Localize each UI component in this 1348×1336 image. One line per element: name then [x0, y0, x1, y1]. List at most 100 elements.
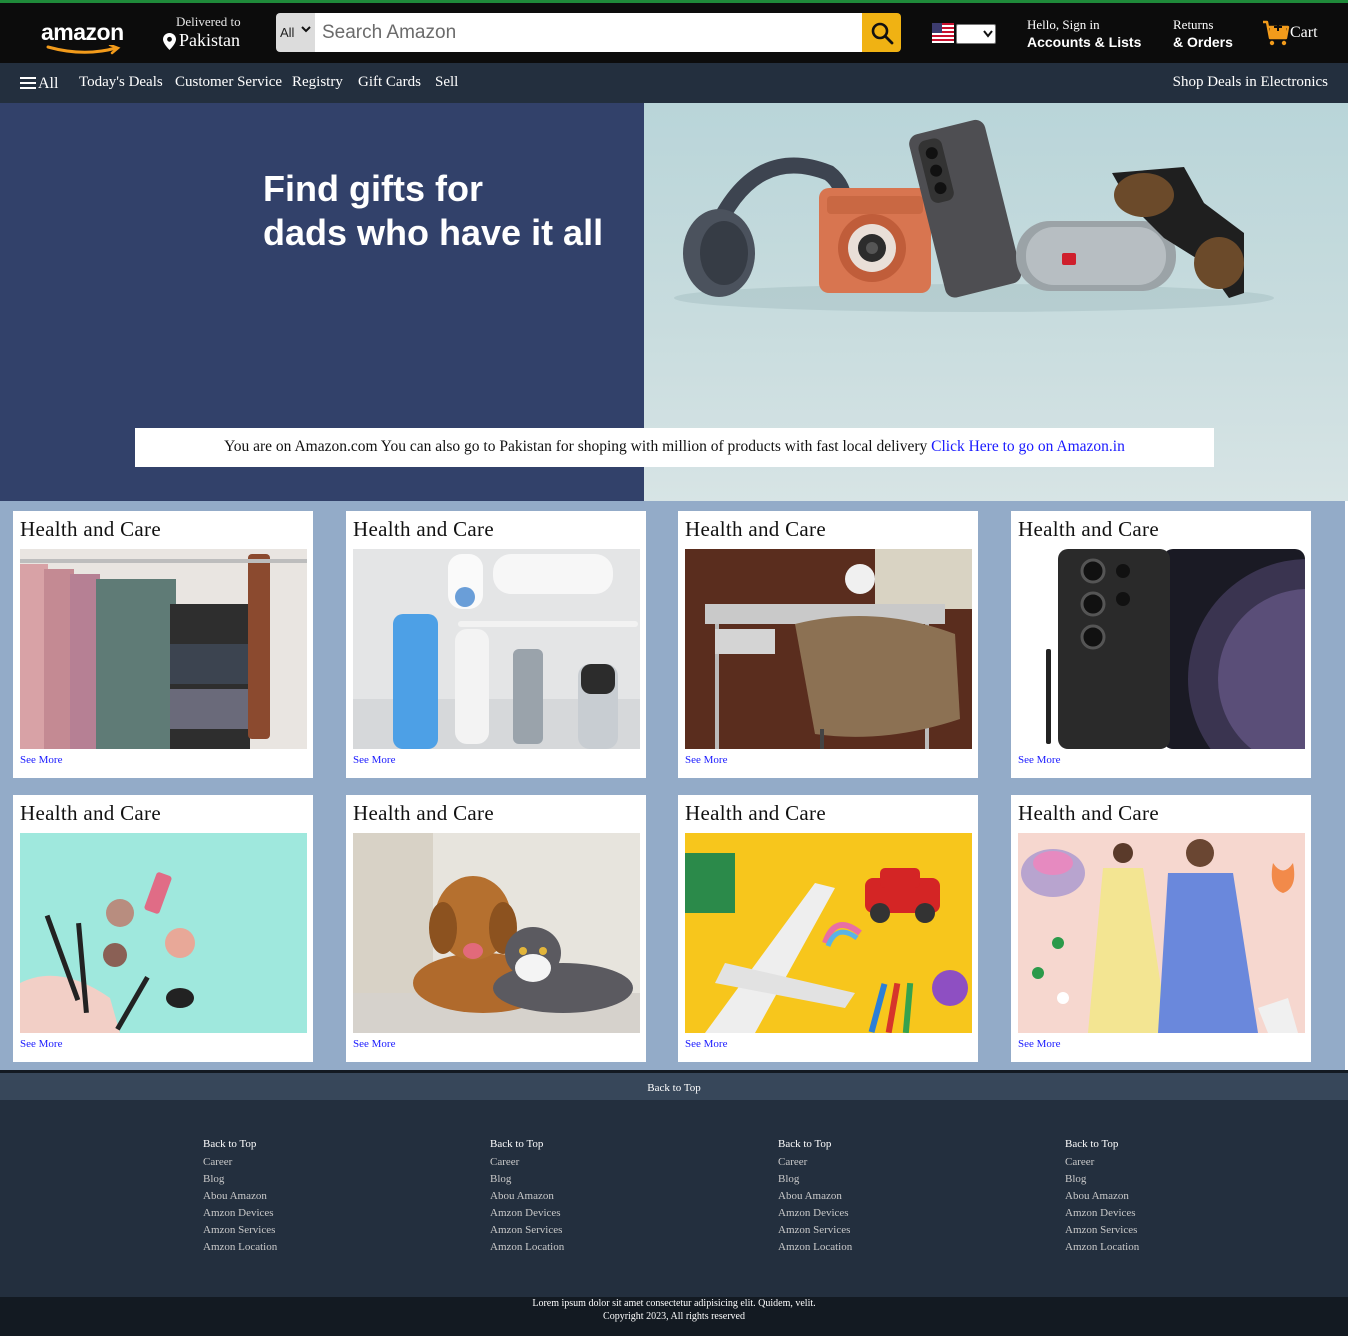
category-card[interactable]: Health and Care See More: [678, 795, 978, 1062]
see-more-link[interactable]: See More: [685, 1038, 727, 1050]
footer-link-about[interactable]: Abou Amazon: [490, 1190, 564, 1202]
chevron-down-icon: [983, 30, 993, 38]
copyright-text: Copyright 2023, All rights reserved: [603, 1311, 745, 1322]
nav-gift-cards[interactable]: Gift Cards: [358, 74, 421, 91]
language-select[interactable]: [956, 24, 996, 44]
footer-link-services[interactable]: Amzon Services: [490, 1224, 564, 1236]
footer-column-heading[interactable]: Back to Top: [778, 1138, 852, 1150]
card-title: Health and Care: [685, 517, 826, 541]
footer-link-blog[interactable]: Blog: [203, 1173, 277, 1185]
category-card[interactable]: Health and Care See More: [346, 511, 646, 778]
footer-link-about[interactable]: Abou Amazon: [1065, 1190, 1139, 1202]
footer-link-services[interactable]: Amzon Services: [778, 1224, 852, 1236]
card-title: Health and Care: [1018, 801, 1159, 825]
search-icon: [871, 22, 894, 45]
card-title: Health and Care: [685, 801, 826, 825]
smile-arrow-icon: [46, 45, 121, 55]
nav-customer-service[interactable]: Customer Service: [175, 74, 282, 91]
card-title: Health and Care: [20, 801, 161, 825]
amazon-logo[interactable]: amazon: [38, 17, 130, 55]
hero-title: Find gifts for dads who have it all: [263, 168, 604, 253]
sub-navbar: All Today's Deals Customer Service Regis…: [0, 63, 1348, 103]
footer-link-location[interactable]: Amzon Location: [1065, 1241, 1139, 1253]
footer-column-heading[interactable]: Back to Top: [490, 1138, 564, 1150]
nav-registry[interactable]: Registry: [292, 74, 343, 91]
footer-link-about[interactable]: Abou Amazon: [778, 1190, 852, 1202]
deliver-location: Pakistan: [179, 30, 240, 50]
smartphone-photo[interactable]: [1018, 549, 1305, 749]
see-more-link[interactable]: See More: [1018, 1038, 1060, 1050]
footer-link-devices[interactable]: Amzon Devices: [490, 1207, 564, 1219]
footer-link-location[interactable]: Amzon Location: [778, 1241, 852, 1253]
returns-orders[interactable]: Returns & Orders: [1173, 17, 1233, 50]
footer-link-about[interactable]: Abou Amazon: [203, 1190, 277, 1202]
footer-column-heading[interactable]: Back to Top: [1065, 1138, 1139, 1150]
category-card[interactable]: Health and Care See More: [13, 511, 313, 778]
search-button[interactable]: [862, 13, 901, 52]
go-to-amazon-in-link[interactable]: Click Here to go on Amazon.in: [931, 438, 1125, 455]
footer-link-services[interactable]: Amzon Services: [1065, 1224, 1139, 1236]
toiletries-photo[interactable]: [353, 549, 640, 749]
footer-column: Back to Top Career Blog Abou Amazon Amzo…: [203, 1138, 277, 1258]
clothes-hanger-photo[interactable]: [20, 549, 307, 749]
see-more-link[interactable]: See More: [1018, 754, 1060, 766]
see-more-link[interactable]: See More: [20, 1038, 62, 1050]
see-more-link[interactable]: See More: [685, 754, 727, 766]
card-title: Health and Care: [353, 801, 494, 825]
back-to-top-button[interactable]: Back to Top: [0, 1070, 1348, 1100]
category-card[interactable]: Health and Care See More: [1011, 511, 1311, 778]
fashion-photo[interactable]: [1018, 833, 1305, 1033]
search-input[interactable]: [315, 13, 862, 52]
category-card[interactable]: Health and Care See More: [1011, 795, 1311, 1062]
cart-icon: [1263, 20, 1290, 46]
footer-link-blog[interactable]: Blog: [778, 1173, 852, 1185]
see-more-link[interactable]: See More: [20, 754, 62, 766]
footer: Back to Top Career Blog Abou Amazon Amzo…: [0, 1100, 1348, 1297]
footer-link-blog[interactable]: Blog: [1065, 1173, 1139, 1185]
footer-link-devices[interactable]: Amzon Devices: [203, 1207, 277, 1219]
footer-link-devices[interactable]: Amzon Devices: [1065, 1207, 1139, 1219]
makeup-photo[interactable]: [20, 833, 307, 1033]
footer-column-heading[interactable]: Back to Top: [203, 1138, 277, 1150]
cart-button[interactable]: Cart: [1262, 19, 1326, 49]
category-card[interactable]: Health and Care See More: [346, 795, 646, 1062]
category-grid: Health and Care See More Health and Care: [0, 501, 1345, 1070]
footer-link-location[interactable]: Amzon Location: [490, 1241, 564, 1253]
category-card[interactable]: Health and Care See More: [678, 511, 978, 778]
nav-sell[interactable]: Sell: [435, 74, 458, 91]
deliver-to[interactable]: Delivered to Pakistan: [160, 13, 270, 53]
hero-banner[interactable]: Find gifts for dads who have it all You …: [0, 103, 1348, 501]
all-menu-button[interactable]: All: [20, 74, 58, 93]
nav-shop-deals-electronics[interactable]: Shop Deals in Electronics: [1173, 74, 1328, 91]
nav-todays-deals[interactable]: Today's Deals: [79, 74, 163, 91]
footer-link-location[interactable]: Amzon Location: [203, 1241, 277, 1253]
footer-link-career[interactable]: Career: [1065, 1156, 1139, 1168]
dog-cat-photo[interactable]: [353, 833, 640, 1033]
footer-column: Back to Top Career Blog Abou Amazon Amzo…: [1065, 1138, 1139, 1258]
footer-column: Back to Top Career Blog Abou Amazon Amzo…: [490, 1138, 564, 1258]
footer-link-career[interactable]: Career: [490, 1156, 564, 1168]
copyright-lorem: Lorem ipsum dolor sit amet consectetur a…: [532, 1298, 816, 1309]
location-pin-icon: [163, 33, 176, 50]
search-bar: All: [276, 13, 901, 52]
search-category-select[interactable]: All: [276, 13, 315, 52]
card-title: Health and Care: [1018, 517, 1159, 541]
copyright-bar: Lorem ipsum dolor sit amet consectetur a…: [0, 1297, 1348, 1336]
account-menu[interactable]: Hello, Sign in Accounts & Lists: [1027, 17, 1141, 50]
footer-link-career[interactable]: Career: [778, 1156, 852, 1168]
chevron-down-icon: [301, 26, 311, 33]
category-card[interactable]: Health and Care See More: [13, 795, 313, 1062]
desk-chair-photo[interactable]: [685, 549, 972, 749]
toys-photo[interactable]: [685, 833, 972, 1033]
footer-link-career[interactable]: Career: [203, 1156, 277, 1168]
footer-column: Back to Top Career Blog Abou Amazon Amzo…: [778, 1138, 852, 1258]
footer-link-blog[interactable]: Blog: [490, 1173, 564, 1185]
card-title: Health and Care: [353, 517, 494, 541]
see-more-link[interactable]: See More: [353, 1038, 395, 1050]
footer-link-devices[interactable]: Amzon Devices: [778, 1207, 852, 1219]
footer-link-services[interactable]: Amzon Services: [203, 1224, 277, 1236]
top-navbar: amazon Delivered to Pakistan All Search …: [0, 3, 1348, 63]
locale-notice: You are on Amazon.com You can also go to…: [135, 428, 1214, 467]
see-more-link[interactable]: See More: [353, 754, 395, 766]
us-flag-icon: [932, 23, 954, 43]
